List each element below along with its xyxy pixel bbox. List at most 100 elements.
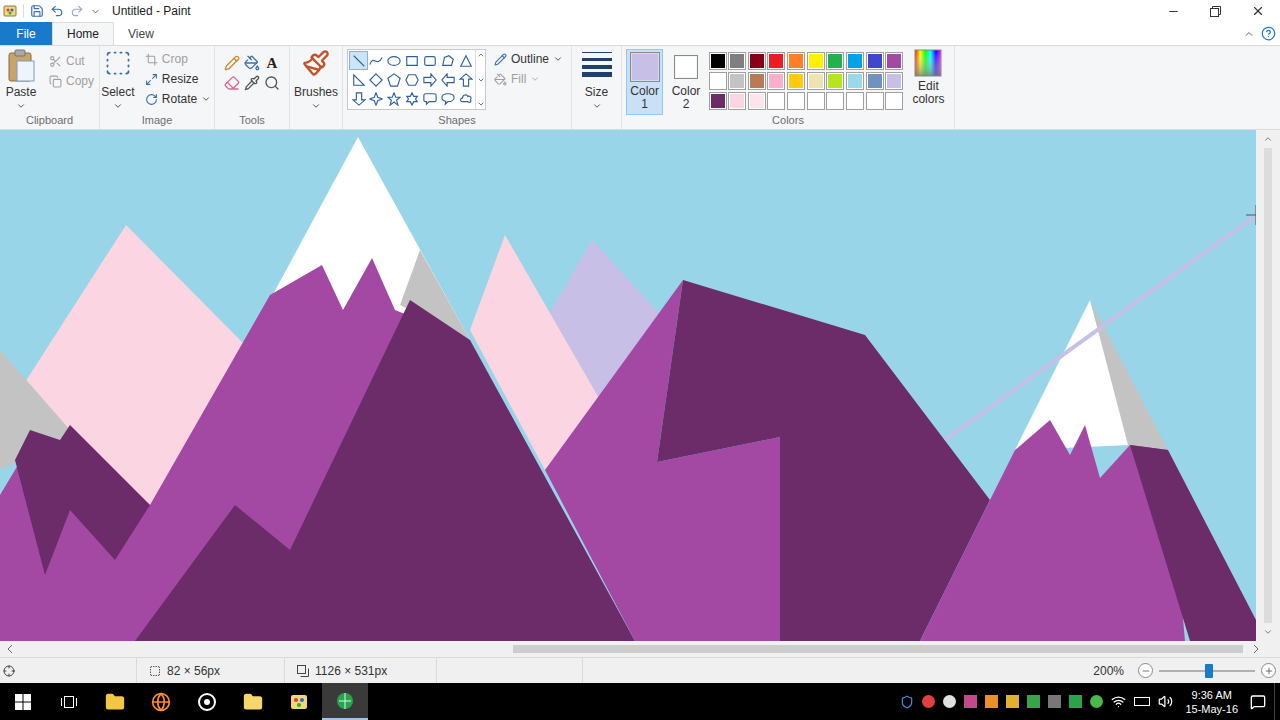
size-button[interactable]: Size xyxy=(582,49,612,111)
file-tab[interactable]: File xyxy=(0,22,52,45)
shape-item[interactable] xyxy=(403,89,422,108)
palette-color[interactable] xyxy=(709,52,727,70)
tray-app-icon[interactable] xyxy=(1006,695,1019,708)
show-desktop-button[interactable] xyxy=(1274,683,1280,720)
minimize-button[interactable] xyxy=(1152,0,1194,22)
palette-color[interactable] xyxy=(866,52,884,70)
magnifier-icon[interactable] xyxy=(264,75,280,91)
palette-color[interactable] xyxy=(767,72,785,90)
shape-item[interactable] xyxy=(367,70,386,89)
zoom-out-button[interactable] xyxy=(1138,663,1153,678)
palette-color[interactable] xyxy=(885,52,903,70)
select-button[interactable]: Select xyxy=(99,49,137,111)
clock[interactable]: 9:36 AM15-May-16 xyxy=(1181,688,1242,716)
resize-button[interactable]: Resize xyxy=(141,69,215,89)
palette-color[interactable] xyxy=(728,52,746,70)
palette-color[interactable] xyxy=(787,72,805,90)
taskbar-app[interactable] xyxy=(276,683,322,720)
taskbar-app[interactable] xyxy=(230,683,276,720)
volume-icon[interactable] xyxy=(1158,694,1173,709)
shape-item[interactable] xyxy=(403,70,422,89)
shape-item[interactable] xyxy=(439,70,458,89)
task-view-button[interactable] xyxy=(46,683,92,720)
color1-button[interactable]: Color1 xyxy=(626,49,663,115)
zoom-in-button[interactable] xyxy=(1261,663,1276,678)
palette-color[interactable] xyxy=(885,92,903,110)
shape-item[interactable] xyxy=(439,51,458,70)
shape-item[interactable] xyxy=(367,89,386,108)
palette-color[interactable] xyxy=(807,92,825,110)
palette-color[interactable] xyxy=(846,92,864,110)
taskbar-app[interactable] xyxy=(322,683,368,720)
customize-icon[interactable] xyxy=(90,6,101,17)
collapse-ribbon-icon[interactable] xyxy=(1243,28,1255,40)
palette-color[interactable] xyxy=(826,52,844,70)
more-icon[interactable] xyxy=(477,100,485,108)
restore-button[interactable] xyxy=(1194,0,1236,22)
start-button[interactable] xyxy=(0,683,46,720)
undo-icon[interactable] xyxy=(50,4,64,18)
brushes-button[interactable]: Brushes xyxy=(294,49,338,111)
palette-color[interactable] xyxy=(767,52,785,70)
help-icon[interactable] xyxy=(1261,26,1276,41)
shape-item[interactable] xyxy=(439,89,458,108)
scroll-thumb[interactable] xyxy=(513,645,1243,653)
palette-color[interactable] xyxy=(787,92,805,110)
tray-app-icon[interactable] xyxy=(964,695,977,708)
shape-item[interactable] xyxy=(385,70,404,89)
tray-app-icon[interactable] xyxy=(943,695,956,708)
color2-button[interactable]: Color2 xyxy=(667,49,704,115)
color-picker-icon[interactable] xyxy=(244,75,260,91)
horizontal-scrollbar[interactable] xyxy=(0,641,1280,657)
tray-app-icon[interactable] xyxy=(1090,695,1103,708)
shape-item[interactable] xyxy=(349,89,368,108)
defender-icon[interactable] xyxy=(900,695,914,709)
tray-app-icon[interactable] xyxy=(985,695,998,708)
taskbar-app[interactable] xyxy=(92,683,138,720)
shape-item[interactable] xyxy=(367,51,386,70)
ribbon-tab[interactable]: Home xyxy=(52,22,114,45)
taskbar-app[interactable] xyxy=(184,683,230,720)
palette-color[interactable] xyxy=(807,52,825,70)
tray-app-icon[interactable] xyxy=(1048,695,1061,708)
shape-item[interactable] xyxy=(349,70,368,89)
shape-item[interactable] xyxy=(457,51,476,70)
palette-color[interactable] xyxy=(826,92,844,110)
tray-app-icon[interactable] xyxy=(1027,695,1040,708)
scroll-up-icon[interactable] xyxy=(477,51,485,59)
rotate-button[interactable]: Rotate xyxy=(141,89,215,109)
taskbar-app[interactable] xyxy=(138,683,184,720)
palette-color[interactable] xyxy=(846,52,864,70)
palette-color[interactable] xyxy=(709,72,727,90)
scroll-up-icon[interactable] xyxy=(1263,134,1273,144)
vertical-scrollbar[interactable] xyxy=(1256,130,1280,641)
palette-color[interactable] xyxy=(866,92,884,110)
redo-icon[interactable] xyxy=(70,4,84,18)
save-icon[interactable] xyxy=(30,4,44,18)
palette-color[interactable] xyxy=(767,92,785,110)
wifi-icon[interactable] xyxy=(1111,694,1126,709)
ribbon-tab[interactable]: View xyxy=(114,22,168,45)
palette-color[interactable] xyxy=(866,72,884,90)
palette-color[interactable] xyxy=(709,92,727,110)
pencil-icon[interactable] xyxy=(224,55,240,71)
scroll-down-icon[interactable] xyxy=(1263,627,1273,637)
shape-item[interactable] xyxy=(457,89,476,108)
shape-item[interactable] xyxy=(385,51,404,70)
close-button[interactable] xyxy=(1236,0,1280,22)
palette-color[interactable] xyxy=(748,72,766,90)
palette-color[interactable] xyxy=(807,72,825,90)
shape-item[interactable] xyxy=(385,89,404,108)
outline-button[interactable]: Outline xyxy=(490,49,567,69)
shape-item[interactable] xyxy=(421,70,440,89)
palette-color[interactable] xyxy=(748,92,766,110)
action-center-icon[interactable] xyxy=(1250,694,1266,710)
fill-icon[interactable] xyxy=(244,55,260,71)
shape-item[interactable] xyxy=(457,70,476,89)
palette-color[interactable] xyxy=(846,72,864,90)
edit-colors-button[interactable]: Edit colors xyxy=(907,49,950,106)
palette-color[interactable] xyxy=(728,72,746,90)
taskbar-app[interactable] xyxy=(368,683,414,720)
shape-item[interactable] xyxy=(349,51,368,70)
text-tool[interactable]: A xyxy=(264,55,280,71)
